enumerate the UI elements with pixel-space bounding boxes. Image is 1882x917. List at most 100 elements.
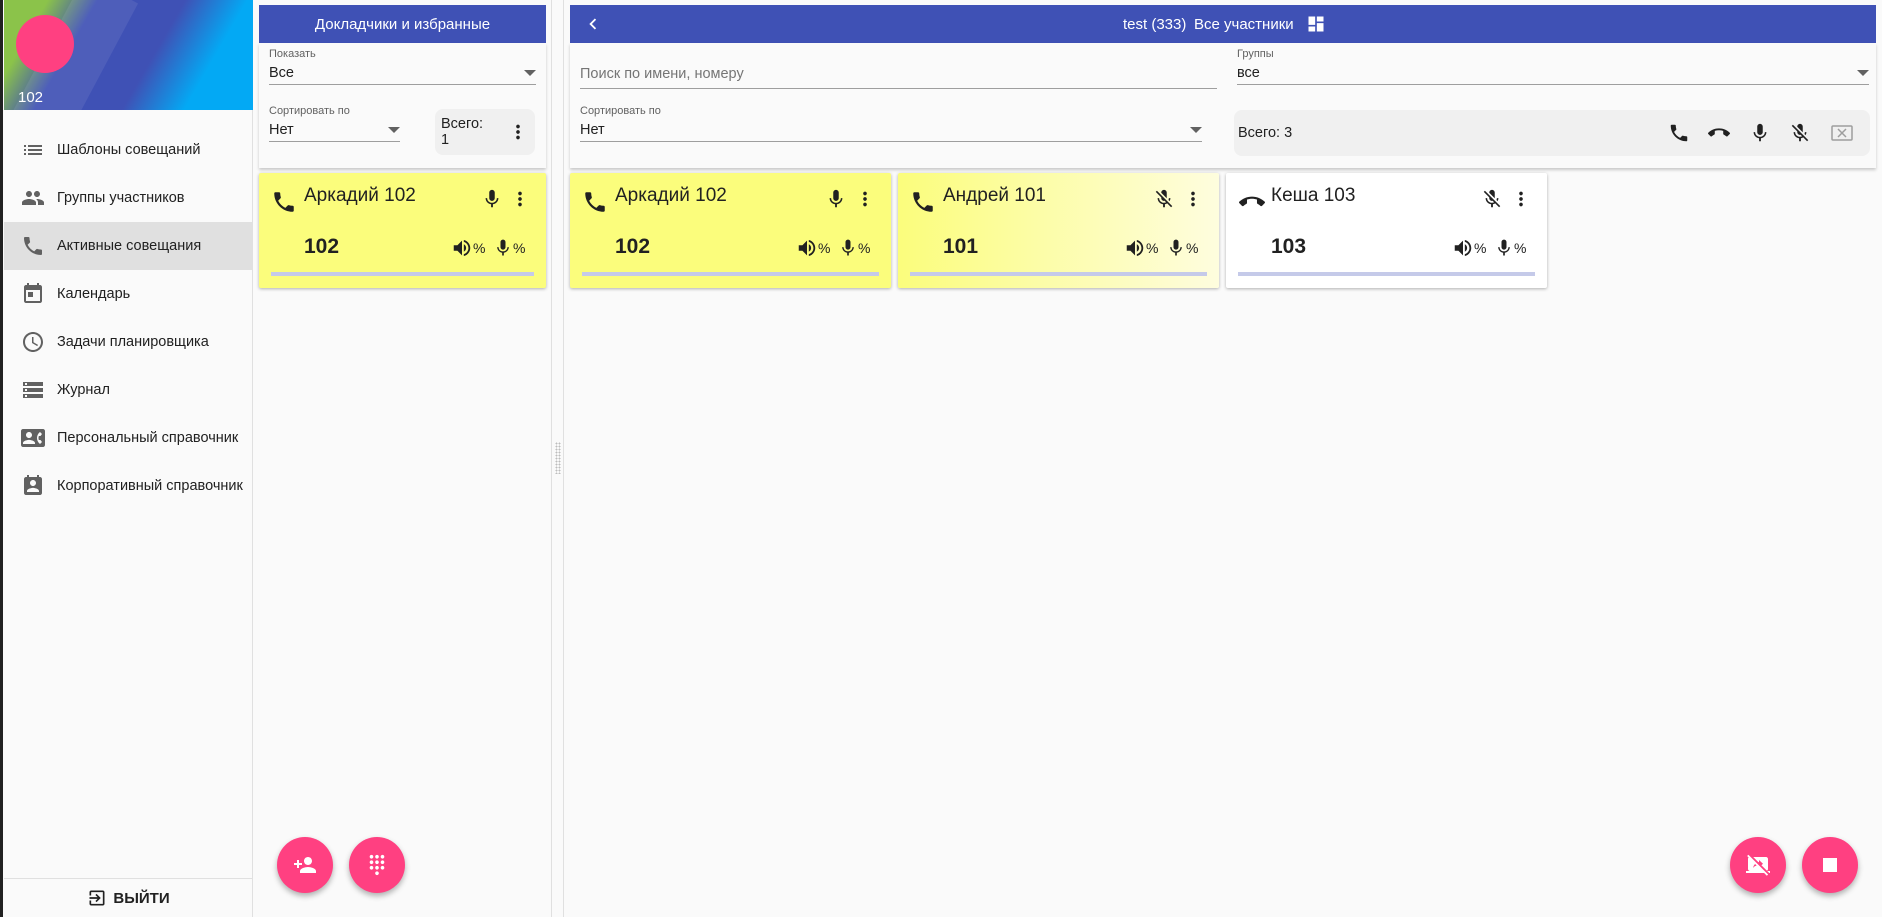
- more-vert-icon[interactable]: [509, 187, 531, 211]
- mic-off-icon[interactable]: [1153, 187, 1175, 211]
- sidebar-item-label: Персональный справочник: [57, 430, 239, 446]
- level-bar: [271, 272, 534, 276]
- sort-label: Сортировать по: [580, 105, 661, 117]
- sidebar: 102 Шаблоны совещаний Группы участников …: [0, 0, 253, 917]
- volume-percent: %: [1474, 240, 1487, 256]
- level-bar: [910, 272, 1207, 276]
- sidebar-item-personal-directory[interactable]: Персональный справочник: [4, 414, 253, 462]
- stop-screen-share-button[interactable]: [1730, 837, 1786, 893]
- mic-level-control[interactable]: %: [1494, 237, 1526, 259]
- resize-handle[interactable]: [555, 442, 561, 474]
- sidebar-item-label: Календарь: [57, 286, 131, 302]
- person-add-icon: [293, 853, 317, 877]
- mic-icon: [1494, 237, 1514, 259]
- conference-title: test (333): [1123, 16, 1187, 33]
- speakers-filters: Показать Все Сортировать по Нет Всего: 1: [259, 43, 546, 168]
- mic-percent: %: [1186, 240, 1199, 256]
- mic-icon[interactable]: [481, 187, 503, 211]
- conference-total: Всего: 3: [1238, 125, 1293, 141]
- logout-button[interactable]: ВЫЙТИ: [4, 878, 253, 917]
- mic-level-control[interactable]: %: [493, 237, 525, 259]
- sidebar-item-active-meetings[interactable]: Активные совещания: [4, 222, 253, 270]
- volume-control[interactable]: %: [796, 237, 830, 259]
- participant-card[interactable]: Андрей 101 101 % %: [898, 173, 1219, 288]
- show-label: Показать: [269, 48, 316, 60]
- people-icon: [20, 185, 46, 211]
- mic-level-control[interactable]: %: [838, 237, 870, 259]
- back-arrow-icon[interactable]: [582, 13, 604, 35]
- participant-card[interactable]: Аркадий 102 102 % %: [570, 173, 891, 288]
- mic-off-icon[interactable]: [1481, 187, 1503, 211]
- call-all-icon[interactable]: [1668, 122, 1690, 144]
- sidebar-item-corporate-directory[interactable]: Корпоративный справочник: [4, 462, 253, 510]
- remove-all-icon[interactable]: [1830, 122, 1854, 144]
- mic-icon: [838, 237, 858, 259]
- volume-icon: [451, 237, 473, 259]
- phone-icon: [20, 233, 46, 259]
- sort-value: Нет: [580, 121, 605, 138]
- participant-number: 102: [304, 235, 340, 258]
- participant-number: 102: [615, 235, 651, 258]
- dropdown-arrow-icon: [1857, 69, 1869, 76]
- speakers-count-chip: Всего: 1: [435, 109, 535, 155]
- unmute-all-icon[interactable]: [1749, 122, 1771, 144]
- volume-percent: %: [818, 240, 831, 256]
- exit-icon: [87, 888, 107, 908]
- participant-number: 103: [1271, 235, 1307, 258]
- mic-icon[interactable]: [825, 187, 847, 211]
- volume-percent: %: [1146, 240, 1159, 256]
- sidebar-item-meeting-templates[interactable]: Шаблоны совещаний: [4, 126, 253, 174]
- sidebar-item-scheduler-tasks[interactable]: Задачи планировщика: [4, 318, 253, 366]
- dropdown-arrow-icon: [1190, 126, 1202, 133]
- sidebar-item-label: Активные совещания: [57, 238, 202, 254]
- sort-select[interactable]: Нет: [269, 118, 400, 142]
- clock-icon: [20, 329, 46, 355]
- sidebar-item-label: Задачи планировщика: [57, 334, 209, 350]
- conference-actions-bar: Всего: 3: [1234, 110, 1870, 156]
- show-select[interactable]: Все: [269, 61, 536, 85]
- panel-divider: [551, 0, 552, 917]
- more-vert-icon[interactable]: [854, 187, 876, 211]
- dialpad-button[interactable]: [349, 837, 405, 893]
- phone-icon: [582, 189, 608, 215]
- sidebar-item-calendar[interactable]: Календарь: [4, 270, 253, 318]
- sidebar-item-participant-groups[interactable]: Группы участников: [4, 174, 253, 222]
- volume-control[interactable]: %: [1452, 237, 1486, 259]
- mic-icon: [1166, 237, 1186, 259]
- sidebar-item-journal[interactable]: Журнал: [4, 366, 253, 414]
- mic-level-control[interactable]: %: [1166, 237, 1198, 259]
- more-vert-icon[interactable]: [1182, 187, 1204, 211]
- participant-name: Аркадий 102: [304, 185, 416, 206]
- volume-control[interactable]: %: [1124, 237, 1158, 259]
- search-input[interactable]: Поиск по имени, номеру: [580, 59, 1217, 89]
- mute-all-icon[interactable]: [1789, 122, 1811, 144]
- dropdown-arrow-icon: [388, 126, 400, 133]
- volume-control[interactable]: %: [451, 237, 485, 259]
- speaker-card[interactable]: Аркадий 102 102 % %: [259, 173, 546, 288]
- speakers-total: Всего: 1: [441, 116, 484, 148]
- logout-label: ВЫЙТИ: [113, 889, 170, 907]
- volume-icon: [796, 237, 818, 259]
- list-icon: [20, 137, 46, 163]
- dialpad-icon: [366, 854, 388, 876]
- participant-number: 101: [943, 235, 979, 258]
- sidebar-header: 102: [4, 0, 253, 110]
- sort-select[interactable]: Нет: [580, 118, 1202, 142]
- sort-label: Сортировать по: [269, 105, 350, 117]
- avatar[interactable]: [16, 15, 74, 73]
- window-edge: [0, 0, 3, 917]
- volume-percent: %: [473, 240, 486, 256]
- stop-conference-button[interactable]: [1802, 837, 1858, 893]
- more-vert-icon[interactable]: [1510, 187, 1532, 211]
- mic-icon: [493, 237, 513, 259]
- sidebar-nav: Шаблоны совещаний Группы участников Акти…: [4, 126, 253, 510]
- more-vert-icon[interactable]: [507, 121, 529, 143]
- dashboard-grid-icon[interactable]: [1306, 14, 1326, 34]
- participant-card[interactable]: Кеша 103 103 % %: [1226, 173, 1547, 288]
- hangup-all-icon[interactable]: [1707, 122, 1731, 144]
- add-participant-button[interactable]: [277, 837, 333, 893]
- groups-select[interactable]: все: [1237, 61, 1869, 85]
- conference-subtitle: Все участники: [1194, 16, 1294, 33]
- stop-screen-share-icon: [1746, 853, 1770, 877]
- participant-name: Кеша 103: [1271, 185, 1356, 206]
